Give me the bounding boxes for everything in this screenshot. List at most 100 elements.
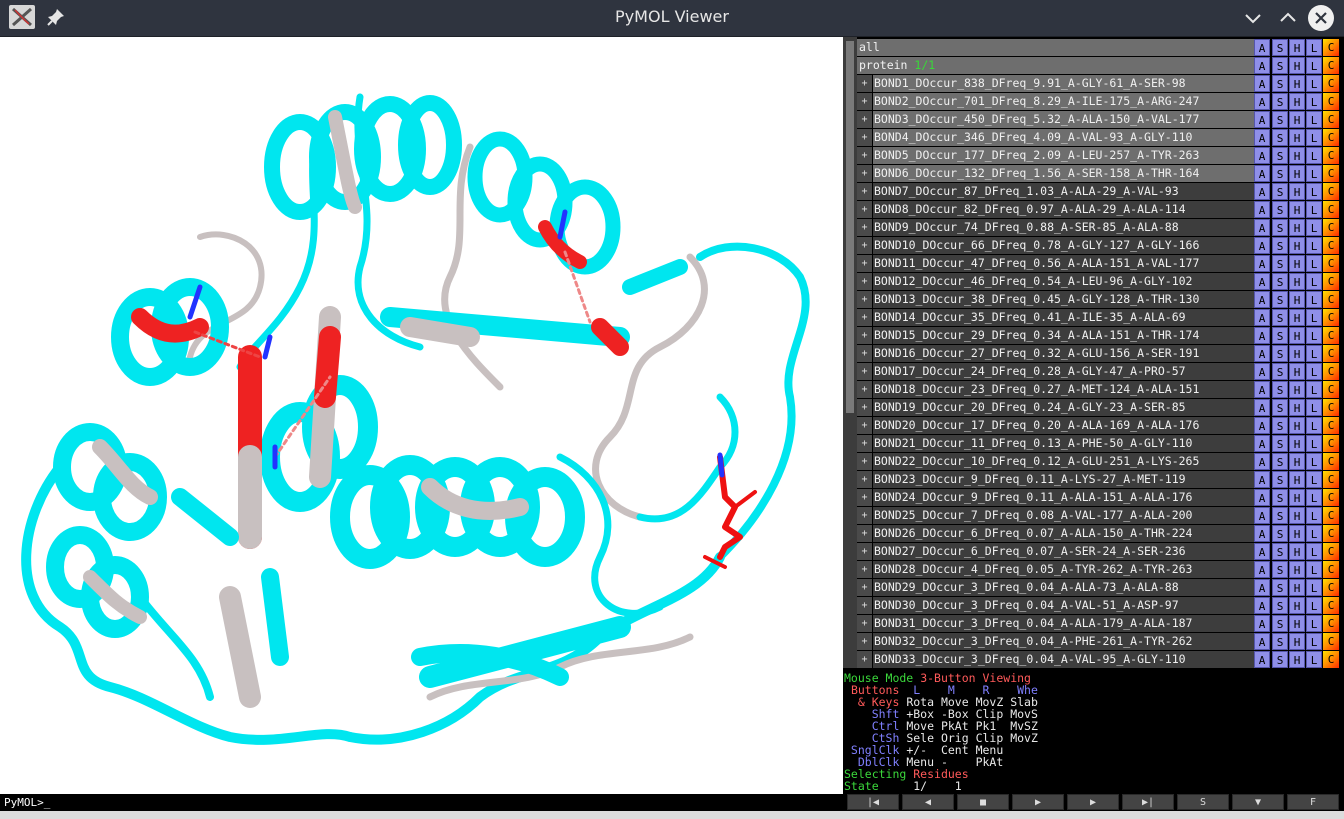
object-s-button[interactable]: S [1272,75,1288,92]
object-s-button[interactable]: S [1272,435,1288,452]
expand-icon[interactable]: + [857,633,872,650]
object-row-bond[interactable]: + BOND14_DOccur_35_DFreq_0.41_A-ILE-35_A-… [857,309,1344,326]
object-h-button[interactable]: H [1289,165,1305,182]
expand-icon[interactable]: + [857,615,872,632]
object-row-all[interactable]: all A S H L C [857,39,1344,56]
object-row-bond[interactable]: + BOND12_DOccur_46_DFreq_0.54_A-LEU-96_A-… [857,273,1344,290]
object-l-button[interactable]: L [1306,561,1322,578]
expand-icon[interactable]: + [857,543,872,560]
object-c-button[interactable]: C [1323,345,1339,362]
object-c-button[interactable]: C [1323,291,1339,308]
object-s-button[interactable]: S [1272,399,1288,416]
object-l-button[interactable]: L [1306,417,1322,434]
object-name[interactable]: protein 1/1 [857,57,1254,74]
bond-object-name[interactable]: BOND28_DOccur_4_DFreq_0.05_A-TYR-262_A-T… [873,561,1254,578]
chevron-up-icon[interactable] [1275,6,1301,30]
object-l-button[interactable]: L [1306,435,1322,452]
object-a-button[interactable]: A [1254,147,1270,164]
object-row-bond[interactable]: + BOND6_DOccur_132_DFreq_1.56_A-SER-158_A… [857,165,1344,182]
object-c-button[interactable]: C [1323,543,1339,560]
object-h-button[interactable]: H [1289,489,1305,506]
molecule-viewport[interactable] [0,37,843,794]
object-c-button[interactable]: C [1323,273,1339,290]
object-row-bond[interactable]: + BOND19_DOccur_20_DFreq_0.24_A-GLY-23_A-… [857,399,1344,416]
object-s-button[interactable]: S [1272,147,1288,164]
bond-object-name[interactable]: BOND15_DOccur_29_DFreq_0.34_A-ALA-151_A-… [873,327,1254,344]
close-icon[interactable] [1307,4,1335,32]
object-a-button[interactable]: A [1254,183,1270,200]
object-s-button[interactable]: S [1272,651,1288,668]
object-l-button[interactable]: L [1306,327,1322,344]
object-a-button[interactable]: A [1254,651,1270,668]
object-c-button[interactable]: C [1323,453,1339,470]
object-l-button[interactable]: L [1306,129,1322,146]
object-h-button[interactable]: H [1289,111,1305,128]
object-h-button[interactable]: H [1289,597,1305,614]
object-row-bond[interactable]: + BOND16_DOccur_27_DFreq_0.32_A-GLU-156_A… [857,345,1344,362]
object-row-bond[interactable]: + BOND7_DOccur_87_DFreq_1.03_A-ALA-29_A-V… [857,183,1344,200]
object-c-button[interactable]: C [1323,75,1339,92]
object-row-bond[interactable]: + BOND33_DOccur_3_DFreq_0.04_A-VAL-95_A-G… [857,651,1344,668]
object-row-bond[interactable]: + BOND20_DOccur_17_DFreq_0.20_A-ALA-169_A… [857,417,1344,434]
object-l-button[interactable]: L [1306,597,1322,614]
object-c-button[interactable]: C [1323,507,1339,524]
expand-icon[interactable]: + [857,561,872,578]
object-a-button[interactable]: A [1254,381,1270,398]
object-h-button[interactable]: H [1289,399,1305,416]
object-s-button[interactable]: S [1272,543,1288,560]
expand-icon[interactable]: + [857,327,872,344]
expand-icon[interactable]: + [857,129,872,146]
object-s-button[interactable]: S [1272,507,1288,524]
object-h-button[interactable]: H [1289,255,1305,272]
object-a-button[interactable]: A [1254,471,1270,488]
object-row-bond[interactable]: + BOND22_DOccur_10_DFreq_0.12_A-GLU-251_A… [857,453,1344,470]
object-c-button[interactable]: C [1323,471,1339,488]
object-h-button[interactable]: H [1289,309,1305,326]
bond-object-name[interactable]: BOND2_DOccur_701_DFreq_8.29_A-ILE-175_A-… [873,93,1254,110]
object-s-button[interactable]: S [1272,219,1288,236]
back-button[interactable]: ◀ [902,794,954,810]
object-a-button[interactable]: A [1254,327,1270,344]
down-button[interactable]: ▼ [1232,794,1284,810]
object-s-button[interactable]: S [1272,237,1288,254]
object-a-button[interactable]: A [1254,39,1270,56]
object-l-button[interactable]: L [1306,93,1322,110]
rewind-button[interactable]: |◀ [847,794,899,810]
bond-object-name[interactable]: BOND7_DOccur_87_DFreq_1.03_A-ALA-29_A-VA… [873,183,1254,200]
bond-object-name[interactable]: BOND10_DOccur_66_DFreq_0.78_A-GLY-127_A-… [873,237,1254,254]
object-l-button[interactable]: L [1306,633,1322,650]
object-a-button[interactable]: A [1254,201,1270,218]
object-c-button[interactable]: C [1323,399,1339,416]
expand-icon[interactable]: + [857,399,872,416]
expand-icon[interactable]: + [857,291,872,308]
object-a-button[interactable]: A [1254,453,1270,470]
object-a-button[interactable]: A [1254,489,1270,506]
object-l-button[interactable]: L [1306,507,1322,524]
expand-icon[interactable]: + [857,219,872,236]
object-l-button[interactable]: L [1306,615,1322,632]
object-h-button[interactable]: H [1289,435,1305,452]
object-s-button[interactable]: S [1272,615,1288,632]
bond-object-name[interactable]: BOND5_DOccur_177_DFreq_2.09_A-LEU-257_A-… [873,147,1254,164]
object-l-button[interactable]: L [1306,471,1322,488]
expand-icon[interactable]: + [857,525,872,542]
object-c-button[interactable]: C [1323,435,1339,452]
object-l-button[interactable]: L [1306,183,1322,200]
object-h-button[interactable]: H [1289,201,1305,218]
object-h-button[interactable]: H [1289,291,1305,308]
object-s-button[interactable]: S [1272,525,1288,542]
object-h-button[interactable]: H [1289,129,1305,146]
object-a-button[interactable]: A [1254,543,1270,560]
object-c-button[interactable]: C [1323,363,1339,380]
forward-button[interactable]: ▶ [1067,794,1119,810]
object-row-bond[interactable]: + BOND30_DOccur_3_DFreq_0.04_A-VAL-51_A-A… [857,597,1344,614]
object-row-bond[interactable]: + BOND28_DOccur_4_DFreq_0.05_A-TYR-262_A-… [857,561,1344,578]
expand-icon[interactable]: + [857,201,872,218]
object-row-bond[interactable]: + BOND2_DOccur_701_DFreq_8.29_A-ILE-175_A… [857,93,1344,110]
object-c-button[interactable]: C [1323,93,1339,110]
object-l-button[interactable]: L [1306,201,1322,218]
object-row-bond[interactable]: + BOND8_DOccur_82_DFreq_0.97_A-ALA-29_A-A… [857,201,1344,218]
object-c-button[interactable]: C [1323,597,1339,614]
bond-object-name[interactable]: BOND26_DOccur_6_DFreq_0.07_A-ALA-150_A-T… [873,525,1254,542]
object-a-button[interactable]: A [1254,597,1270,614]
